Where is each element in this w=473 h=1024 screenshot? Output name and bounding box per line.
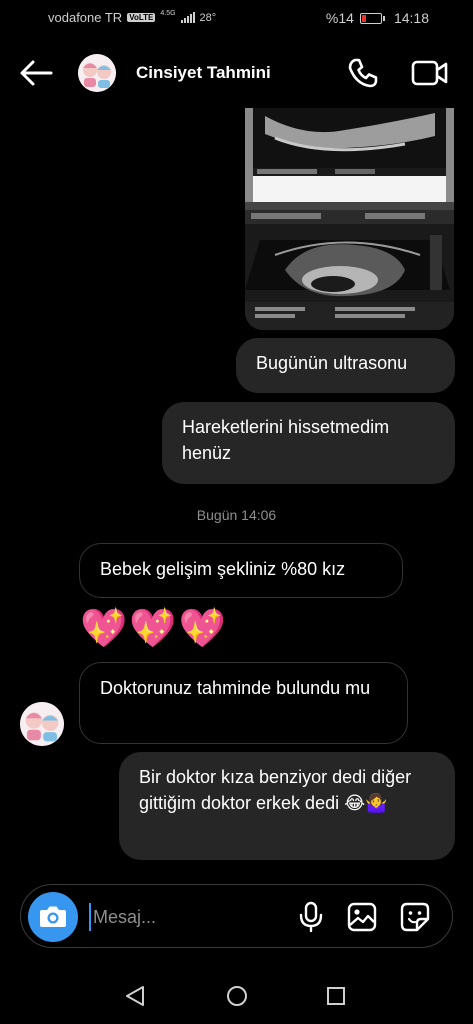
microphone-icon — [299, 901, 323, 933]
battery-percent: %14 — [325, 10, 354, 26]
contact-avatar[interactable] — [78, 54, 116, 92]
gallery-button[interactable] — [346, 901, 378, 933]
back-arrow-icon — [20, 60, 53, 86]
gallery-icon — [347, 902, 377, 932]
nav-home-button[interactable] — [226, 985, 248, 1007]
message-bubble-outgoing[interactable]: Bugünün ultrasonu — [236, 338, 455, 393]
chat-header: Cinsiyet Tahmini — [0, 36, 473, 108]
nav-back-icon — [126, 986, 144, 1006]
carrier-label: vodafone TR — [48, 10, 123, 25]
message-composer — [20, 884, 453, 948]
sender-avatar[interactable] — [20, 702, 64, 746]
contact-name[interactable]: Cinsiyet Tahmini — [136, 63, 271, 83]
nav-recents-button[interactable] — [326, 986, 346, 1006]
nav-recents-icon — [327, 987, 345, 1005]
phone-icon — [348, 58, 378, 88]
baby-avatar-icon — [78, 54, 116, 92]
sticker-button[interactable] — [399, 901, 431, 933]
volte-badge: VoLTE — [127, 13, 156, 22]
network-type: 4.5G — [160, 10, 176, 17]
message-bubble-incoming[interactable]: Doktorunuz tahminde bulundu mu — [79, 662, 408, 744]
nav-back-button[interactable] — [124, 984, 146, 1008]
baby-avatar-icon — [20, 702, 64, 746]
camera-icon — [40, 906, 66, 927]
battery-icon — [359, 12, 385, 24]
status-bar: vodafone TR VoLTE 4.5G 28° %14 14:18 — [0, 0, 473, 36]
camera-button[interactable] — [28, 892, 78, 942]
back-button[interactable] — [18, 58, 54, 88]
nav-home-icon — [227, 986, 247, 1006]
video-camera-icon — [411, 60, 448, 86]
system-navigation-bar — [0, 960, 473, 1024]
voice-message-button[interactable] — [297, 901, 325, 933]
ultrasound-photo-1[interactable] — [245, 108, 454, 210]
signal-icon — [180, 12, 195, 23]
emoji-message-hearts[interactable]: 💖💖💖 — [80, 605, 228, 653]
clock: 14:18 — [393, 10, 429, 26]
sticker-icon — [400, 902, 430, 932]
message-bubble-incoming[interactable]: Bebek gelişim şekliniz %80 kız — [79, 543, 403, 598]
video-call-button[interactable] — [410, 56, 450, 90]
message-timestamp: Bugün 14:06 — [196, 507, 277, 523]
ultrasound-photo-2[interactable] — [245, 210, 454, 330]
message-bubble-outgoing[interactable]: Hareketlerini hissetmedim henüz — [162, 402, 455, 484]
voice-call-button[interactable] — [346, 56, 380, 90]
temperature-label: 28° — [199, 11, 217, 24]
message-bubble-outgoing[interactable]: Bir doktor kıza benziyor dedi diğer gitt… — [119, 752, 455, 860]
message-input[interactable] — [89, 903, 279, 931]
